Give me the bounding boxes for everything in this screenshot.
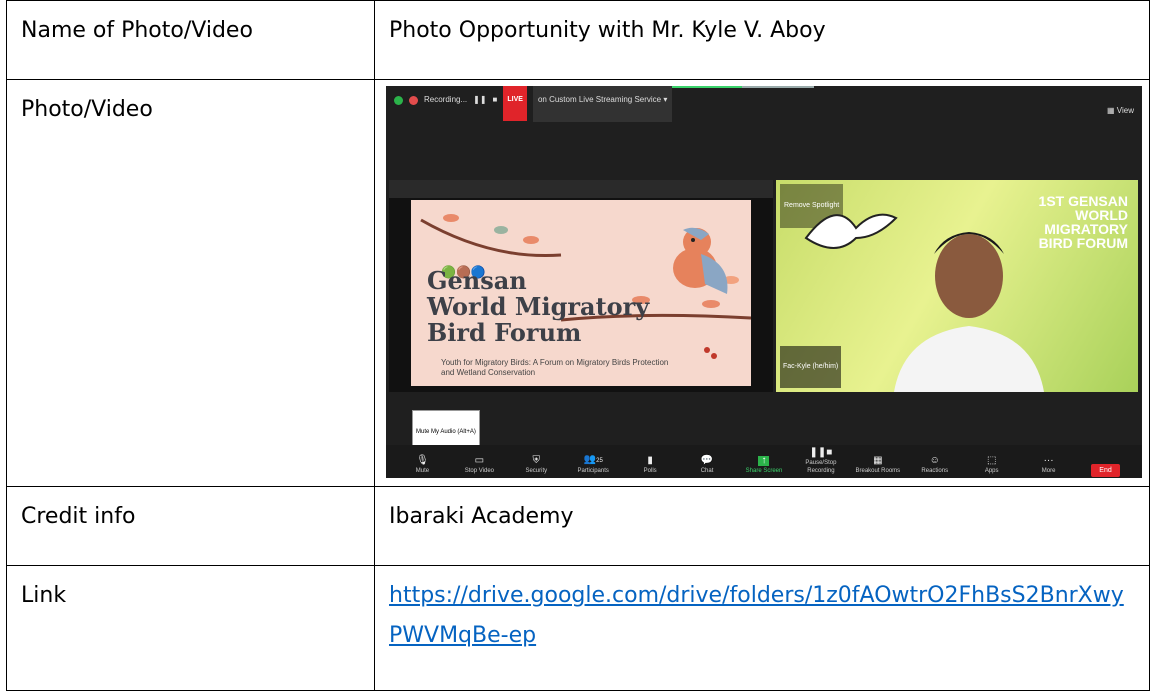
record-icon — [409, 95, 418, 105]
reactions-label: Reactions — [921, 468, 949, 474]
pause-recording-button[interactable]: ❚❚■ Pause/Stop Recording — [792, 447, 849, 475]
view-button[interactable]: ▦ View — [1107, 91, 1134, 131]
value-link-cell: https://drive.google.com/drive/folders/1… — [374, 565, 1150, 691]
polls-icon: ▮ — [647, 455, 653, 466]
bird-icon — [673, 227, 728, 294]
video-feed: Remove Spotlight 1ST GENSAN WORLD MIGRAT… — [776, 180, 1138, 392]
zoom-top-bar: Recording... ❚❚ ■ LIVE on Custom Live St… — [386, 86, 1142, 122]
label-name: Name of Photo/Video — [6, 0, 375, 80]
zoom-toolbar: 🎙 Mute ▭ Stop Video ⛨ Security 👥25 Participa… — [386, 445, 1142, 478]
people-icon: 👥25 — [583, 454, 603, 465]
crane-icon — [804, 213, 898, 249]
apps-label: Apps — [984, 468, 999, 474]
grid-icon: ▦ — [873, 455, 883, 466]
participants-label: Participants — [577, 468, 609, 474]
label-credit: Credit info — [6, 486, 375, 566]
slide: 🟢🟤🔵 Gensan World Migratory Bird Forum Yo… — [411, 200, 751, 386]
row-name: Name of Photo/Video Photo Opportunity wi… — [6, 0, 1150, 80]
window-indicator-2 — [742, 86, 814, 88]
row-credit: Credit info Ibaraki Academy — [6, 486, 1150, 566]
label-photo: Photo/Video — [6, 79, 375, 487]
chat-label: Chat — [700, 468, 714, 474]
shield-icon: ⛨ — [532, 455, 541, 466]
share-screen-button[interactable]: ↑ Share Screen — [736, 456, 793, 475]
smile-icon: ☺ — [929, 455, 940, 466]
polls-label: Polls — [643, 468, 657, 474]
participant-name: Fac-Kyle (he/him) — [780, 346, 842, 388]
drive-link[interactable]: https://drive.google.com/drive/folders/1… — [389, 583, 1124, 648]
shield-icon — [394, 95, 403, 105]
pause-label: Pause/Stop Recording — [805, 460, 837, 474]
share-label: Share Screen — [745, 468, 783, 474]
value-name: Photo Opportunity with Mr. Kyle V. Aboy — [374, 0, 1150, 80]
end-area: End — [1077, 464, 1134, 477]
more-label: More — [1041, 468, 1056, 474]
breakout-rooms-button[interactable]: ▦ Breakout Rooms — [849, 455, 906, 475]
slide-title-2: World Migratory — [427, 292, 650, 321]
shared-screen: 🟢🟤🔵 Gensan World Migratory Bird Forum Yo… — [389, 180, 773, 392]
apps-button[interactable]: ⬚ Apps — [963, 455, 1020, 475]
more-button[interactable]: ··· More — [1020, 455, 1077, 475]
label-link: Link — [6, 565, 375, 691]
breakout-label: Breakout Rooms — [855, 468, 901, 474]
pause-stop-icon: ❚❚■ — [809, 447, 833, 458]
row-link: Link https://drive.google.com/drive/fold… — [6, 565, 1150, 691]
cam-title-4: BIRD FORUM — [1038, 235, 1128, 251]
chat-icon: 💬 — [700, 455, 714, 466]
slide-subtitle: Youth for Migratory Birds: A Forum on Mi… — [441, 358, 669, 377]
reactions-button[interactable]: ☺ Reactions — [906, 455, 963, 475]
browser-bar — [389, 180, 773, 198]
photo-cell: Recording... ❚❚ ■ LIVE on Custom Live St… — [374, 79, 1150, 487]
info-table: Name of Photo/Video Photo Opportunity wi… — [6, 0, 1150, 691]
pause-icon[interactable]: ❚❚ — [473, 86, 486, 120]
participants-button[interactable]: 👥25 Participants — [565, 454, 622, 475]
forum-logo-text: 1ST GENSAN WORLD MIGRATORY BIRD FORUM — [1039, 194, 1128, 250]
live-badge: LIVE — [503, 86, 527, 121]
cam-title-2: WORLD — [1075, 207, 1128, 223]
end-button[interactable]: End — [1091, 464, 1120, 477]
slide-title-3: Bird Forum — [427, 318, 582, 347]
security-label: Security — [525, 468, 548, 474]
polls-button[interactable]: ▮ Polls — [622, 455, 679, 475]
share-icon: ↑ — [758, 456, 770, 466]
stream-service[interactable]: on Custom Live Streaming Service ▾ — [532, 86, 673, 122]
stop-icon[interactable]: ■ — [493, 86, 498, 120]
apps-icon: ⬚ — [986, 455, 997, 466]
recording-status: Recording... — [424, 95, 468, 104]
camera-icon: ▭ — [474, 455, 485, 466]
view-label: View — [1116, 106, 1134, 115]
zoom-screenshot: Recording... ❚❚ ■ LIVE on Custom Live St… — [386, 86, 1142, 478]
cam-title-1: 1ST GENSAN — [1038, 193, 1128, 209]
slide-title-1: Gensan — [427, 266, 527, 295]
chat-button[interactable]: 💬 Chat — [679, 455, 736, 475]
more-icon: ··· — [1043, 455, 1054, 466]
stream-label: on Custom Live Streaming Service — [537, 95, 662, 104]
cam-title-3: MIGRATORY — [1044, 221, 1128, 237]
stop-video-button[interactable]: ▭ Stop Video — [451, 455, 508, 475]
mic-icon: 🎙 — [416, 455, 429, 466]
value-credit: Ibaraki Academy — [374, 486, 1150, 566]
person-avatar — [894, 232, 1044, 392]
stop-video-label: Stop Video — [464, 468, 494, 474]
participants-count: 25 — [596, 458, 603, 464]
security-button[interactable]: ⛨ Security — [508, 455, 565, 475]
row-photo: Photo/Video Recording... ❚❚ ■ LIVE on Cu… — [6, 79, 1150, 487]
mute-label: Mute — [415, 468, 430, 474]
mute-button[interactable]: 🎙 Mute — [394, 455, 451, 475]
slide-title: Gensan World Migratory Bird Forum — [427, 268, 649, 346]
